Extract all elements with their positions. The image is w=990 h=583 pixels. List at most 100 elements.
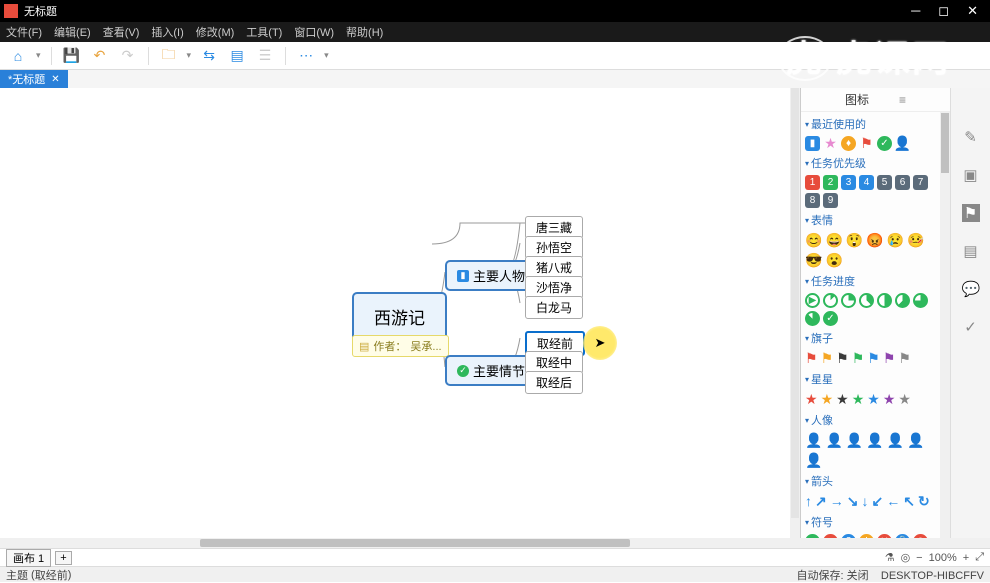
sidetab-notes[interactable]: ▤ [962, 242, 980, 260]
prio-1[interactable]: 1 [805, 175, 820, 190]
prio-4[interactable]: 4 [859, 175, 874, 190]
prio-2[interactable]: 2 [823, 175, 838, 190]
list-icon[interactable]: ☰ [255, 46, 275, 66]
sym-minus[interactable]: − [823, 534, 838, 538]
flag-grey[interactable]: ⚑ [898, 350, 911, 367]
section-progress[interactable]: ▾任务进度 [805, 273, 936, 289]
people-dark[interactable]: 👤 [846, 432, 863, 449]
recent-icon-star[interactable]: ★ [823, 136, 838, 151]
flag-purple[interactable]: ⚑ [883, 350, 896, 367]
sidetab-format[interactable]: ✎ [962, 128, 980, 146]
section-flags[interactable]: ▾旗子 [805, 330, 936, 346]
prog-2[interactable] [841, 293, 856, 308]
people-grey[interactable]: 👤 [805, 452, 822, 469]
prog-8[interactable]: ✓ [823, 311, 838, 326]
save-icon[interactable]: 💾 [62, 46, 82, 66]
star-purple[interactable]: ★ [883, 391, 896, 408]
star-orange[interactable]: ★ [821, 391, 834, 408]
section-symbols[interactable]: ▾符号 [805, 514, 936, 530]
emoji-shock[interactable]: 😲 [846, 232, 863, 249]
zoom-in[interactable]: + [963, 552, 969, 564]
star-blue[interactable]: ★ [867, 391, 880, 408]
prog-3[interactable] [859, 293, 874, 308]
prio-3[interactable]: 3 [841, 175, 856, 190]
canvas-h-scroll[interactable] [0, 538, 990, 548]
prog-5[interactable] [895, 293, 910, 308]
sheet-tab[interactable]: 画布 1 [6, 549, 51, 567]
section-priority[interactable]: ▾任务优先级 [805, 155, 936, 171]
document-tab[interactable]: *无标题 ✕ [0, 70, 68, 88]
arrow-upr[interactable]: ↗ [815, 493, 827, 510]
emoji-smile[interactable]: 😊 [805, 232, 822, 249]
branch-plot[interactable]: ✓ 主要情节 [445, 355, 537, 386]
sym-q[interactable]: ? [841, 534, 856, 538]
star-grey[interactable]: ★ [898, 391, 911, 408]
sidetab-task[interactable]: ✓ [962, 318, 980, 336]
filter-icon[interactable]: ⚗ [885, 551, 895, 564]
prio-9[interactable]: 9 [823, 193, 838, 208]
arrow-dl[interactable]: ↙ [871, 493, 883, 510]
emoji-sick[interactable]: 🤒 [907, 232, 924, 249]
prog-7[interactable] [805, 311, 820, 326]
author-note[interactable]: ▤ 作者：吴承... [352, 335, 449, 357]
fit-icon[interactable]: ⤢ [975, 551, 984, 564]
panel-scrollbar[interactable] [940, 112, 950, 538]
zoom-out[interactable]: − [916, 552, 922, 564]
prog-1[interactable] [823, 293, 838, 308]
recent-icon-1[interactable]: ▮ [805, 136, 820, 151]
undo-icon[interactable]: ↶ [90, 46, 110, 66]
sym-x[interactable]: ✕ [877, 534, 892, 538]
menu-tools[interactable]: 工具(T) [246, 24, 282, 40]
export-icon[interactable]: ▤ [227, 46, 247, 66]
flag-red[interactable]: ⚑ [805, 350, 818, 367]
maximize-button[interactable]: ◻ [938, 3, 949, 19]
arrow-ul[interactable]: ↖ [903, 493, 915, 510]
people-purple[interactable]: 👤 [907, 432, 924, 449]
leaf-bailongma[interactable]: 白龙马 [525, 296, 583, 319]
menu-view[interactable]: 查看(V) [103, 24, 140, 40]
menu-modify[interactable]: 修改(M) [196, 24, 235, 40]
recent-icon-flag[interactable]: ⚑ [859, 136, 874, 151]
branch-characters[interactable]: ▮ 主要人物 [445, 260, 537, 291]
section-arrows[interactable]: ▾箭头 [805, 473, 936, 489]
people-green[interactable]: 👤 [866, 432, 883, 449]
recent-icon-person[interactable]: 👤 [895, 136, 910, 151]
sym-i[interactable]: ! [859, 534, 874, 538]
arrow-d[interactable]: ↓ [861, 493, 868, 510]
redo-icon[interactable]: ↷ [118, 46, 138, 66]
emoji-cry[interactable]: 😢 [887, 232, 904, 249]
menu-insert[interactable]: 插入(I) [151, 24, 183, 40]
close-button[interactable]: ✕ [967, 3, 978, 19]
star-green[interactable]: ★ [852, 391, 865, 408]
arrow-l[interactable]: ← [886, 493, 900, 510]
menu-help[interactable]: 帮助(H) [346, 24, 383, 40]
arrow-dr[interactable]: ↘ [847, 493, 859, 510]
prog-4[interactable] [877, 293, 892, 308]
menu-window[interactable]: 窗口(W) [294, 24, 334, 40]
arrow-refresh[interactable]: ↻ [918, 493, 930, 510]
home-icon[interactable]: ⌂ [8, 46, 28, 66]
emoji-wow[interactable]: 😮 [825, 252, 842, 269]
sym-plus[interactable]: + [805, 534, 820, 538]
menu-file[interactable]: 文件(F) [6, 24, 42, 40]
people-blue[interactable]: 👤 [887, 432, 904, 449]
emoji-angry[interactable]: 😡 [866, 232, 883, 249]
people-orange[interactable]: 👤 [825, 432, 842, 449]
folder-icon[interactable]: 🗀 [159, 46, 179, 66]
emoji-cool[interactable]: 😎 [805, 252, 822, 269]
flag-dark[interactable]: ⚑ [836, 350, 849, 367]
panel-menu-icon[interactable]: ≡ [899, 93, 906, 107]
prog-6[interactable] [913, 293, 928, 308]
canvas-v-scroll[interactable] [790, 88, 800, 538]
more-icon[interactable]: ⋯ [296, 46, 316, 66]
prio-8[interactable]: 8 [805, 193, 820, 208]
sym-no[interactable]: ⊘ [913, 534, 928, 538]
flag-orange[interactable]: ⚑ [821, 350, 834, 367]
star-red[interactable]: ★ [805, 391, 818, 408]
section-emoji[interactable]: ▾表情 [805, 212, 936, 228]
share-icon[interactable]: ⇆ [199, 46, 219, 66]
arrow-up[interactable]: ↑ [805, 493, 812, 510]
arrow-r[interactable]: → [830, 493, 844, 510]
star-dark[interactable]: ★ [836, 391, 849, 408]
section-stars[interactable]: ▾星星 [805, 371, 936, 387]
